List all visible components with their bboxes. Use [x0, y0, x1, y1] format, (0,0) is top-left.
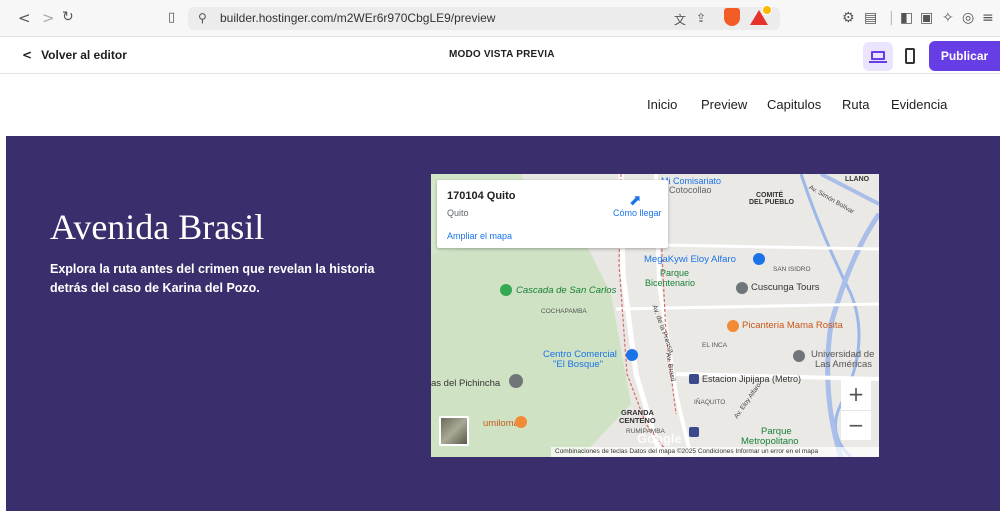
place-info-card: 170104 Quito Quito Ampliar el mapa ⬈ Cóm…	[437, 180, 668, 248]
directions-link[interactable]: Cómo llegar	[613, 208, 662, 218]
map-poi-picanteria[interactable]: Picanteria Mama Rosita	[742, 320, 843, 331]
back-icon[interactable]: <	[18, 9, 31, 27]
map-label-parque: Parque	[660, 268, 690, 278]
sidebar-icon[interactable]: ◧	[900, 10, 913, 26]
place-title: 170104 Quito	[447, 190, 516, 202]
laptop-icon	[871, 51, 885, 60]
zoom-in-button[interactable]: +	[841, 380, 871, 410]
nav-preview[interactable]: Preview	[701, 97, 747, 112]
zoom-out-button[interactable]: −	[841, 410, 871, 440]
vpn-icon[interactable]: ◎	[962, 10, 974, 26]
map-poi-las-americas[interactable]: Las Américas	[815, 359, 872, 370]
map-poi-jipijapa[interactable]: Estacion Jipijapa (Metro)	[702, 374, 801, 384]
place-icon[interactable]	[509, 374, 523, 388]
nav-inicio[interactable]: Inicio	[647, 97, 677, 112]
place-subtitle: Quito	[447, 208, 469, 218]
directions-icon[interactable]: ⬈	[629, 191, 642, 209]
map-label-centeno: CENTENO	[619, 416, 656, 425]
brave-shield-icon[interactable]	[724, 8, 740, 26]
back-to-editor-link[interactable]: < Volver al editor	[22, 48, 127, 62]
map-poi-cuscunga[interactable]: Cuscunga Tours	[751, 282, 819, 293]
metro-icon[interactable]	[689, 427, 699, 437]
address-bar[interactable]: ⚲ builder.hostinger.com/m2WEr6r970CbgLE9…	[188, 7, 780, 30]
nav-evidencia[interactable]: Evidencia	[891, 97, 947, 112]
enlarge-map-link[interactable]: Ampliar el mapa	[447, 231, 512, 241]
map-poi-megakywi[interactable]: MegaKywi Eloy Alfaro	[644, 254, 736, 265]
editor-bar: < Volver al editor MODO VISTA PREVIA Publ…	[0, 38, 1000, 74]
forward-icon[interactable]: >	[42, 9, 55, 27]
restaurant-icon[interactable]	[727, 320, 739, 332]
site-info-icon[interactable]: ⚲	[198, 11, 207, 25]
bookmark-icon[interactable]: ▯	[168, 10, 175, 25]
map-label-inaquito: IÑAQUITO	[694, 399, 726, 406]
wallet-icon[interactable]: ▣	[920, 10, 933, 26]
map-attribution[interactable]: Combinaciones de teclas Datos del mapa ©…	[551, 447, 879, 457]
notification-badge	[762, 5, 772, 15]
leo-icon[interactable]: ✧	[942, 10, 954, 26]
restaurant-icon[interactable]	[515, 416, 527, 428]
back-to-editor-label: Volver al editor	[41, 48, 127, 62]
chevron-left-icon: <	[22, 48, 33, 62]
map-label-san-isidro: SAN ISIDRO	[773, 266, 811, 273]
map-poi-cascada[interactable]: Cascada de San Carlos	[516, 285, 616, 296]
map-label-cochapamba: COCHAPAMBA	[541, 308, 587, 315]
desktop-view-button[interactable]	[863, 42, 893, 71]
reader-icon[interactable]: ▤	[864, 10, 877, 26]
map-label-comite: COMITÉ	[756, 192, 784, 199]
satellite-toggle[interactable]	[439, 416, 469, 446]
site-navigation: Inicio Preview Capitulos Ruta Evidencia	[0, 75, 1000, 136]
map-embed[interactable]: Mi Comisariato Cotocollao LLANO COMITÉ D…	[431, 174, 879, 457]
map-label-llano: LLANO	[845, 176, 870, 183]
google-logo: Google	[637, 431, 682, 446]
place-icon[interactable]	[736, 282, 748, 294]
map-poi-umiloma[interactable]: umiloma	[483, 418, 519, 429]
phone-icon	[905, 48, 915, 64]
university-icon[interactable]	[793, 350, 805, 362]
map-label-el-inca: EL INCA	[702, 342, 728, 349]
preview-mode-label: MODO VISTA PREVIA	[449, 49, 555, 60]
mobile-view-button[interactable]	[895, 42, 925, 71]
map-label-del-pueblo: DEL PUEBLO	[749, 199, 794, 206]
url-text[interactable]: builder.hostinger.com/m2WEr6r970CbgLE9/p…	[220, 11, 495, 25]
mall-icon[interactable]	[626, 349, 638, 361]
map-label-metropolitano: Metropolitano	[741, 436, 799, 447]
share-icon[interactable]: ⇪	[696, 11, 706, 25]
laptop-icon-base	[869, 61, 887, 63]
map-poi-el-bosque[interactable]: "El Bosque"	[553, 359, 603, 370]
extensions-icon[interactable]: ⚙	[842, 10, 855, 26]
browser-toolbar: < > ↻ ▯ ⚲ builder.hostinger.com/m2WEr6r9…	[0, 0, 1000, 37]
shopping-icon[interactable]	[753, 253, 765, 265]
translate-icon[interactable]: 文	[674, 11, 686, 28]
reload-icon[interactable]: ↻	[62, 9, 74, 25]
map-poi-pichincha[interactable]: as del Pichincha	[431, 378, 500, 389]
map-label-cotocollao: Cotocollao	[669, 185, 712, 195]
hero-subtitle: Explora la ruta antes del crimen que rev…	[50, 262, 375, 295]
map-label-bicentenario: Bicentenario	[645, 278, 696, 288]
nav-ruta[interactable]: Ruta	[842, 97, 869, 112]
hero-title: Avenida Brasil	[50, 207, 265, 247]
nav-capitulos[interactable]: Capitulos	[767, 97, 821, 112]
park-icon[interactable]	[500, 284, 512, 296]
separator: |	[889, 10, 894, 26]
publish-button[interactable]: Publicar	[929, 41, 1000, 71]
menu-icon[interactable]: ≡	[982, 10, 994, 26]
metro-icon[interactable]	[689, 374, 699, 384]
